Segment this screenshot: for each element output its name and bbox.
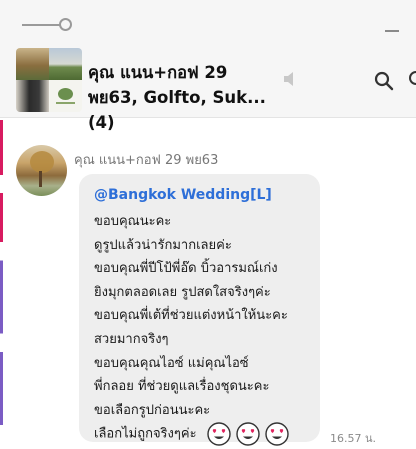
message-line: ขอบคุณพี่เต้ที่ช่วยแต่งหน้าให้นะคะ <box>94 308 288 324</box>
chat-title: คุณ แนน+กอฟ 29 พย63, Golfto, Suk... (4) <box>88 60 278 135</box>
opacity-slider-handle[interactable] <box>59 18 72 31</box>
chat-title-line-1: คุณ แนน+กอฟ 29 <box>88 63 228 82</box>
message-line-text: เลือกไม่ถูกจริงๆค่ะ <box>94 426 197 442</box>
message-bubble[interactable]: @Bangkok Wedding[L] ขอบคุณนะคะ ดูรูปแล้ว… <box>79 174 320 447</box>
window-titlebar <box>0 0 416 42</box>
message-timestamp: 16.57 น. <box>330 432 377 445</box>
message-line: ขอบคุณคุณไอซ์ แม่คุณไอซ์ <box>94 355 249 371</box>
sender-avatar[interactable] <box>16 145 67 196</box>
minimize-icon[interactable] <box>385 30 399 32</box>
message-line: ยิงมุกตลอดเลย รูปสดใสจริงๆค่ะ <box>94 284 271 300</box>
message-line: ดูรูปแล้วน่ารักมากเลยค่ะ <box>94 237 232 253</box>
sender-name: คุณ แนน+กอฟ 29 พย63 <box>74 153 219 168</box>
group-avatar[interactable] <box>16 48 82 112</box>
emoji-group <box>206 422 289 447</box>
message-line-last: เลือกไม่ถูกจริงๆค่ะ <box>94 422 289 447</box>
message-line: ขอบคุณพี่ปีโป้พี่อ๊ด บิ้วอารมณ์เก่ง <box>94 261 278 277</box>
search-icon[interactable] <box>374 71 394 91</box>
more-options-icon[interactable] <box>408 70 416 90</box>
message-line: สวยมากจริงๆ <box>94 331 169 347</box>
heart-eyes-emoji-icon <box>264 422 289 447</box>
chat-header: คุณ แนน+กอฟ 29 พย63, Golfto, Suk... (4) <box>0 42 416 132</box>
chat-list-edge-stripe <box>0 120 3 425</box>
mention-link[interactable]: @Bangkok Wedding[L] <box>94 184 289 206</box>
heart-eyes-emoji-icon <box>206 422 231 447</box>
message-line: พี่กลอย ที่ช่วยดูแลเรื่องชุดนะคะ <box>94 379 270 395</box>
chat-title-line-2: พย63, Golfto, Suk... (4) <box>88 88 266 132</box>
mute-icon <box>284 72 293 86</box>
message-line: ขอบคุณนะคะ <box>94 214 172 229</box>
heart-eyes-emoji-icon <box>235 422 260 447</box>
message-line: ขอเลือกรูปก่อนนะคะ <box>94 402 211 418</box>
